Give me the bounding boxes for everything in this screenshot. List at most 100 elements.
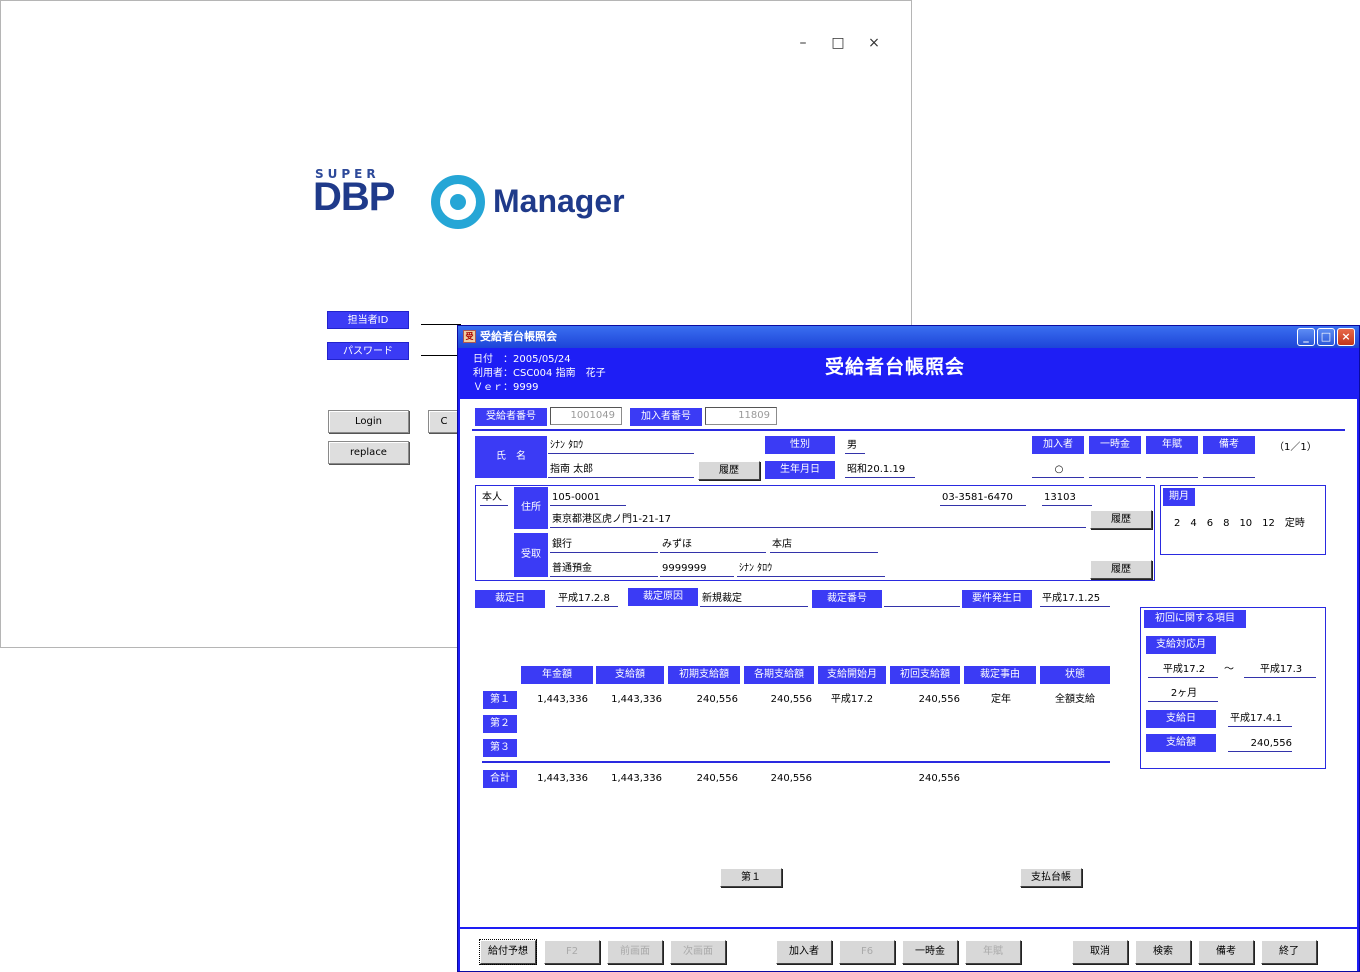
table-cell: 240,556 [770, 773, 812, 784]
name-label: 氏 名 [475, 436, 547, 478]
lump-sum-mark [1089, 463, 1141, 478]
pay-months: 2ヶ月 [1148, 687, 1218, 702]
function-key-bar: 給付予想 F2 前画面 次画面 加入者 F6 一時金 年賦 取消 検索 備考 終了 [460, 929, 1357, 971]
recipient-no-label: 受給者番号 [475, 408, 547, 426]
password-label: パスワード [327, 342, 409, 360]
account-number: 9999999 [660, 562, 734, 577]
name-history-button[interactable]: 履歴 [698, 461, 760, 480]
decision-reason-label: 裁定原因 [628, 588, 698, 606]
row-label-2: 第２ [483, 715, 517, 733]
fkey-button-11[interactable]: 備考 [1198, 940, 1254, 964]
close-icon[interactable]: × [1337, 328, 1355, 346]
replace-button[interactable]: replace [328, 441, 409, 464]
name-kana: ｼﾅﾝ ﾀﾛｳ [548, 439, 694, 454]
recipient-no-input[interactable]: 1001049 [550, 407, 622, 425]
fkey-button-8[interactable]: 年賦 [965, 940, 1021, 964]
pay-date: 平成17.4.1 [1228, 712, 1292, 727]
tab-lump-sum[interactable]: 一時金 [1089, 436, 1141, 454]
page-indicator: （1／1） [1274, 442, 1317, 453]
member-mark: ○ [1032, 463, 1084, 478]
account-name: ｼﾅﾝ ﾀﾛｳ [737, 562, 885, 577]
app-icon: 受 [463, 330, 476, 343]
annuity-mark [1146, 463, 1198, 478]
table-divider [482, 761, 1110, 763]
close-icon[interactable]: × [864, 35, 884, 51]
birth-value: 昭和20.1.19 [845, 463, 915, 478]
partial-button[interactable]: C [428, 410, 460, 433]
postal-code: 105-0001 [550, 491, 626, 506]
account-type: 普通預金 [550, 562, 658, 577]
tab-annuity[interactable]: 年賦 [1146, 436, 1198, 454]
version-line: Ｖｅｒ：9999 [473, 382, 539, 393]
branch-name: 本店 [770, 538, 878, 553]
fkey-button-9[interactable]: 取消 [1072, 940, 1128, 964]
logo-dbp: DBP [313, 175, 395, 219]
maximize-icon[interactable]: □ [1317, 328, 1335, 346]
pay-date-label: 支給日 [1146, 710, 1216, 728]
tab-member[interactable]: 加入者 [1032, 436, 1084, 454]
decision-number [884, 592, 960, 607]
fkey-button-1[interactable]: 給付予想 [479, 939, 537, 965]
row-label-3: 第３ [483, 739, 517, 757]
fkey-button-10[interactable]: 検索 [1135, 940, 1191, 964]
table-cell: 平成17.2 [830, 694, 874, 705]
decision-number-label: 裁定番号 [812, 590, 882, 608]
col-header-annual: 年金額 [521, 666, 593, 684]
phone-number: 03-3581-6470 [940, 491, 1026, 506]
account-history-button[interactable]: 履歴 [1090, 560, 1152, 579]
table-cell: 1,443,336 [611, 694, 662, 705]
col-header-payment: 支給額 [596, 666, 664, 684]
period-months: 2 4 6 8 10 12 定時 [1174, 518, 1305, 529]
fkey-button-12[interactable]: 終了 [1261, 940, 1317, 964]
tab-remarks[interactable]: 備考 [1203, 436, 1255, 454]
fkey-button-5[interactable]: 加入者 [776, 940, 832, 964]
table-cell: 240,556 [770, 694, 812, 705]
user-id-field[interactable] [421, 311, 461, 325]
bank-name: みずほ [660, 538, 766, 553]
fkey-button-2[interactable]: F2 [544, 940, 600, 964]
table-cell: 240,556 [696, 773, 738, 784]
page-title: 受給者台帳照会 [824, 356, 965, 378]
address-history-button[interactable]: 履歴 [1090, 510, 1152, 529]
fkey-button-6[interactable]: F6 [839, 940, 895, 964]
col-header-first: 初回支給額 [890, 666, 960, 684]
main-window: 受 受給者台帳照会 _ □ × 日付 ：2005/05/24 利用者：CSC00… [457, 325, 1360, 972]
col-header-initial: 初期支給額 [668, 666, 740, 684]
title-bar: 受 受給者台帳照会 _ □ × [458, 326, 1359, 348]
password-field[interactable] [421, 342, 461, 356]
table-cell: 定年 [991, 694, 1011, 705]
member-no-input[interactable]: 11809 [705, 407, 777, 425]
table-cell: 1,443,336 [537, 773, 588, 784]
first-time-title: 初回に関する項目 [1144, 610, 1246, 628]
pay-amount-label: 支給額 [1146, 734, 1216, 752]
decision-date: 平成17.2.8 [556, 592, 618, 607]
pay-amount: 240,556 [1228, 737, 1292, 752]
logo-manager: Manager [493, 183, 625, 219]
minimize-icon[interactable]: – [793, 35, 813, 51]
minimize-icon[interactable]: _ [1297, 328, 1315, 346]
window-title: 受給者台帳照会 [480, 330, 557, 343]
login-button[interactable]: Login [328, 410, 409, 433]
user-id-label: 担当者ID [327, 311, 409, 329]
main-content: 受給者番号 1001049 加入者番号 11809 氏 名 ｼﾅﾝ ﾀﾛｳ 指南… [460, 399, 1357, 927]
pay-period-label: 支給対応月 [1146, 636, 1216, 654]
maximize-icon[interactable]: □ [828, 35, 848, 51]
table-cell: 1,443,336 [537, 694, 588, 705]
table-cell: 全額支給 [1055, 694, 1095, 705]
logo-ring-icon [431, 175, 485, 229]
first-period-button[interactable]: 第１ [720, 868, 782, 887]
screen-header: 日付 ：2005/05/24 利用者：CSC004 指南 花子 Ｖｅｒ：9999… [460, 348, 1357, 398]
payment-ledger-button[interactable]: 支払台帳 [1020, 868, 1082, 887]
pay-period-from: 平成17.2 [1148, 663, 1218, 678]
fkey-button-4[interactable]: 次画面 [670, 940, 726, 964]
row-label-1: 第１ [483, 691, 517, 709]
remarks-mark [1203, 463, 1255, 478]
area-code: 13103 [1042, 491, 1092, 506]
self-label: 本人 [480, 491, 508, 506]
member-no-label: 加入者番号 [630, 408, 702, 426]
fkey-button-3[interactable]: 前画面 [607, 940, 663, 964]
col-header-period: 各期支給額 [744, 666, 814, 684]
gender-label: 性別 [765, 436, 835, 454]
occur-date-label: 要件発生日 [962, 590, 1032, 608]
fkey-button-7[interactable]: 一時金 [902, 940, 958, 964]
